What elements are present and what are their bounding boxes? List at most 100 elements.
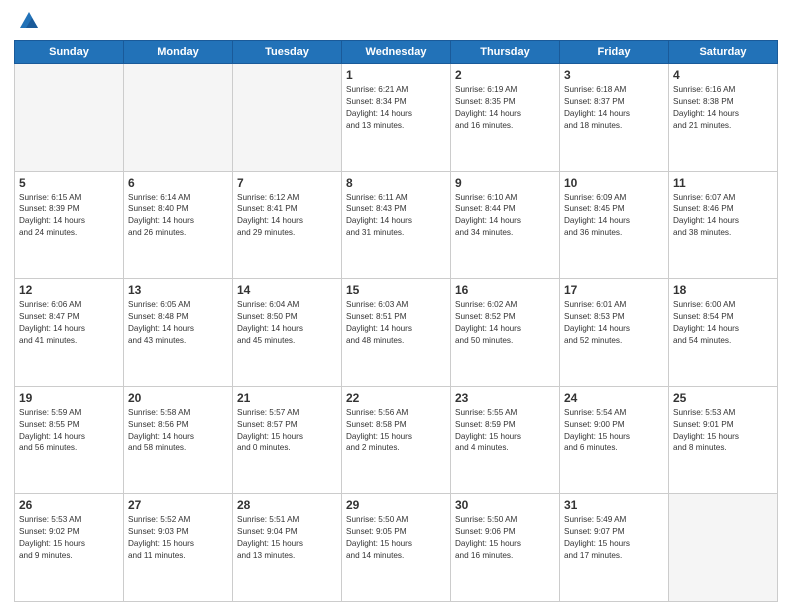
header-wednesday: Wednesday xyxy=(342,41,451,64)
day-info: Sunrise: 6:16 AMSunset: 8:38 PMDaylight:… xyxy=(673,84,773,132)
day-number: 29 xyxy=(346,498,446,512)
day-number: 7 xyxy=(237,176,337,190)
day-number: 5 xyxy=(19,176,119,190)
day-info: Sunrise: 5:49 AMSunset: 9:07 PMDaylight:… xyxy=(564,514,664,562)
day-number: 24 xyxy=(564,391,664,405)
table-row: 7Sunrise: 6:12 AMSunset: 8:41 PMDaylight… xyxy=(233,171,342,279)
day-info: Sunrise: 6:07 AMSunset: 8:46 PMDaylight:… xyxy=(673,192,773,240)
day-number: 11 xyxy=(673,176,773,190)
day-number: 9 xyxy=(455,176,555,190)
table-row: 16 Sunrise: 6:02 AMSunset: 8:52 PMDayligh… xyxy=(451,279,560,387)
table-row: 20Sunrise: 5:58 AMSunset: 8:56 PMDayligh… xyxy=(124,386,233,494)
day-info: Sunrise: 6:06 AMSunset: 8:47 PMDaylight:… xyxy=(19,299,119,347)
day-number: 10 xyxy=(564,176,664,190)
day-number: 21 xyxy=(237,391,337,405)
header xyxy=(14,10,778,32)
day-info: Sunrise: 6:09 AMSunset: 8:45 PMDaylight:… xyxy=(564,192,664,240)
table-row: 10 Sunrise: 6:09 AMSunset: 8:45 PMDayligh… xyxy=(560,171,669,279)
table-row: 29 Sunrise: 5:50 AMSunset: 9:05 PMDayligh… xyxy=(342,494,451,602)
table-row: 25Sunrise: 5:53 AMSunset: 9:01 PMDayligh… xyxy=(669,386,778,494)
table-row: 14 Sunrise: 6:04 AMSunset: 8:50 PMDayligh… xyxy=(233,279,342,387)
table-row: 6 Sunrise: 6:14 AMSunset: 8:40 PMDaylight… xyxy=(124,171,233,279)
day-number: 17 xyxy=(564,283,664,297)
table-row: 28 Sunrise: 5:51 AMSunset: 9:04 PMDayligh… xyxy=(233,494,342,602)
logo-icon xyxy=(18,10,40,32)
day-info: Sunrise: 6:01 AMSunset: 8:53 PMDaylight:… xyxy=(564,299,664,347)
day-info: Sunrise: 6:02 AMSunset: 8:52 PMDaylight:… xyxy=(455,299,555,347)
day-number: 22 xyxy=(346,391,446,405)
table-row xyxy=(124,64,233,172)
day-info: Sunrise: 6:00 AMSunset: 8:54 PMDaylight:… xyxy=(673,299,773,347)
table-row: 5 Sunrise: 6:15 AMSunset: 8:39 PMDaylight… xyxy=(15,171,124,279)
table-row: 9 Sunrise: 6:10 AMSunset: 8:44 PMDaylight… xyxy=(451,171,560,279)
day-info: Sunrise: 6:04 AMSunset: 8:50 PMDaylight:… xyxy=(237,299,337,347)
table-row xyxy=(669,494,778,602)
table-row: 12Sunrise: 6:06 AMSunset: 8:47 PMDayligh… xyxy=(15,279,124,387)
table-row: 15Sunrise: 6:03 AMSunset: 8:51 PMDayligh… xyxy=(342,279,451,387)
day-info: Sunrise: 6:19 AMSunset: 8:35 PMDaylight:… xyxy=(455,84,555,132)
day-info: Sunrise: 6:15 AMSunset: 8:39 PMDaylight:… xyxy=(19,192,119,240)
day-info: Sunrise: 5:53 AMSunset: 9:02 PMDaylight:… xyxy=(19,514,119,562)
table-row: 23 Sunrise: 5:55 AMSunset: 8:59 PMDayligh… xyxy=(451,386,560,494)
weekday-header-row: Sunday Monday Tuesday Wednesday Thursday… xyxy=(15,41,778,64)
header-friday: Friday xyxy=(560,41,669,64)
logo xyxy=(14,10,40,32)
day-number: 25 xyxy=(673,391,773,405)
day-info: Sunrise: 6:11 AMSunset: 8:43 PMDaylight:… xyxy=(346,192,446,240)
day-number: 23 xyxy=(455,391,555,405)
header-monday: Monday xyxy=(124,41,233,64)
calendar-week-row: 1 Sunrise: 6:21 AMSunset: 8:34 PMDaylight… xyxy=(15,64,778,172)
day-info: Sunrise: 5:57 AMSunset: 8:57 PMDaylight:… xyxy=(237,407,337,455)
day-number: 4 xyxy=(673,68,773,82)
day-info: Sunrise: 5:52 AMSunset: 9:03 PMDaylight:… xyxy=(128,514,228,562)
day-number: 16 xyxy=(455,283,555,297)
day-info: Sunrise: 6:10 AMSunset: 8:44 PMDaylight:… xyxy=(455,192,555,240)
day-info: Sunrise: 5:51 AMSunset: 9:04 PMDaylight:… xyxy=(237,514,337,562)
day-number: 30 xyxy=(455,498,555,512)
day-number: 19 xyxy=(19,391,119,405)
day-info: Sunrise: 6:14 AMSunset: 8:40 PMDaylight:… xyxy=(128,192,228,240)
day-number: 14 xyxy=(237,283,337,297)
calendar-week-row: 12Sunrise: 6:06 AMSunset: 8:47 PMDayligh… xyxy=(15,279,778,387)
table-row: 24 Sunrise: 5:54 AMSunset: 9:00 PMDayligh… xyxy=(560,386,669,494)
day-info: Sunrise: 5:54 AMSunset: 9:00 PMDaylight:… xyxy=(564,407,664,455)
table-row: 4 Sunrise: 6:16 AMSunset: 8:38 PMDaylight… xyxy=(669,64,778,172)
table-row: 21 Sunrise: 5:57 AMSunset: 8:57 PMDayligh… xyxy=(233,386,342,494)
day-number: 27 xyxy=(128,498,228,512)
calendar-table: Sunday Monday Tuesday Wednesday Thursday… xyxy=(14,40,778,602)
table-row: 30 Sunrise: 5:50 AMSunset: 9:06 PMDayligh… xyxy=(451,494,560,602)
table-row: 13Sunrise: 6:05 AMSunset: 8:48 PMDayligh… xyxy=(124,279,233,387)
day-info: Sunrise: 5:58 AMSunset: 8:56 PMDaylight:… xyxy=(128,407,228,455)
table-row: 1 Sunrise: 6:21 AMSunset: 8:34 PMDaylight… xyxy=(342,64,451,172)
table-row: 11 Sunrise: 6:07 AMSunset: 8:46 PMDayligh… xyxy=(669,171,778,279)
day-number: 6 xyxy=(128,176,228,190)
table-row: 3 Sunrise: 6:18 AMSunset: 8:37 PMDaylight… xyxy=(560,64,669,172)
day-number: 8 xyxy=(346,176,446,190)
day-info: Sunrise: 5:50 AMSunset: 9:06 PMDaylight:… xyxy=(455,514,555,562)
table-row: 17 Sunrise: 6:01 AMSunset: 8:53 PMDayligh… xyxy=(560,279,669,387)
day-info: Sunrise: 6:21 AMSunset: 8:34 PMDaylight:… xyxy=(346,84,446,132)
header-saturday: Saturday xyxy=(669,41,778,64)
day-number: 3 xyxy=(564,68,664,82)
table-row xyxy=(15,64,124,172)
day-info: Sunrise: 6:03 AMSunset: 8:51 PMDaylight:… xyxy=(346,299,446,347)
day-number: 18 xyxy=(673,283,773,297)
day-number: 13 xyxy=(128,283,228,297)
calendar-week-row: 19 Sunrise: 5:59 AMSunset: 8:55 PMDayligh… xyxy=(15,386,778,494)
calendar-week-row: 5 Sunrise: 6:15 AMSunset: 8:39 PMDaylight… xyxy=(15,171,778,279)
table-row: 22Sunrise: 5:56 AMSunset: 8:58 PMDayligh… xyxy=(342,386,451,494)
table-row xyxy=(233,64,342,172)
calendar-week-row: 26 Sunrise: 5:53 AMSunset: 9:02 PMDayligh… xyxy=(15,494,778,602)
day-info: Sunrise: 5:55 AMSunset: 8:59 PMDaylight:… xyxy=(455,407,555,455)
table-row: 27 Sunrise: 5:52 AMSunset: 9:03 PMDayligh… xyxy=(124,494,233,602)
day-number: 28 xyxy=(237,498,337,512)
day-number: 26 xyxy=(19,498,119,512)
table-row: 8 Sunrise: 6:11 AMSunset: 8:43 PMDaylight… xyxy=(342,171,451,279)
table-row: 19 Sunrise: 5:59 AMSunset: 8:55 PMDayligh… xyxy=(15,386,124,494)
day-info: Sunrise: 5:50 AMSunset: 9:05 PMDaylight:… xyxy=(346,514,446,562)
day-info: Sunrise: 5:59 AMSunset: 8:55 PMDaylight:… xyxy=(19,407,119,455)
page: Sunday Monday Tuesday Wednesday Thursday… xyxy=(0,0,792,612)
header-tuesday: Tuesday xyxy=(233,41,342,64)
day-info: Sunrise: 6:18 AMSunset: 8:37 PMDaylight:… xyxy=(564,84,664,132)
day-number: 1 xyxy=(346,68,446,82)
